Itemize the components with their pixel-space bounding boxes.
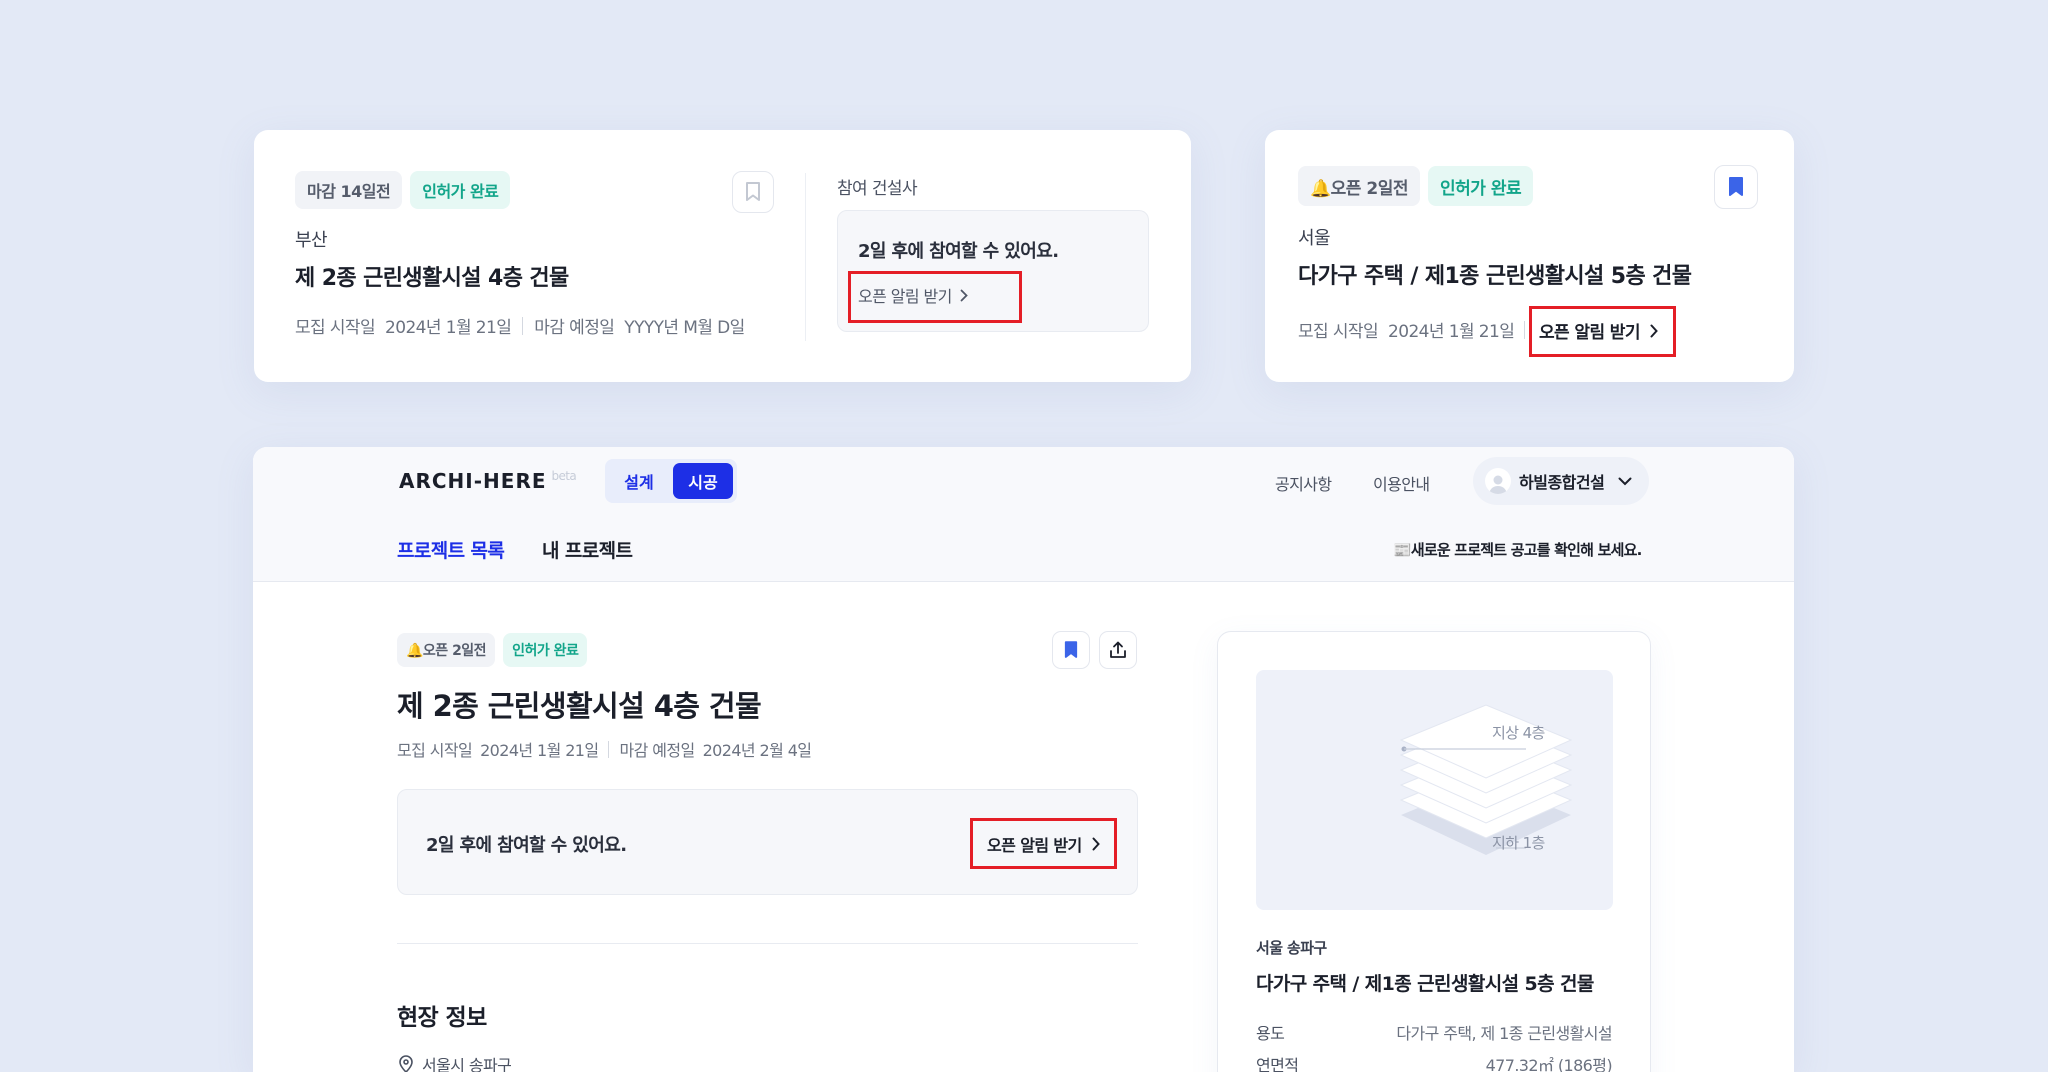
page-title: 제 2종 근린생활시설 4층 건물 <box>397 689 762 723</box>
join-message: 2일 후에 참여할 수 있어요. <box>426 835 627 856</box>
tab-my-projects[interactable]: 내 프로젝트 <box>542 536 633 563</box>
region-label: 부산 <box>295 230 328 251</box>
start-label: 모집 시작일 <box>295 318 376 338</box>
share-icon <box>1110 641 1126 658</box>
due-date: YYYY년 M월 D일 <box>624 318 745 338</box>
app-window: ARCHI-HERE beta 설계 시공 공지사항 이용안내 하빌종합건설 프… <box>253 447 1794 1072</box>
highlight-box <box>970 818 1117 869</box>
bookmark-filled-icon <box>1064 641 1078 658</box>
toggle-build[interactable]: 시공 <box>673 463 733 499</box>
tab-projects[interactable]: 프로젝트 목록 <box>397 536 505 563</box>
project-summary-panel: 지상 4층 지하 1층 서울 송파구 다가구 주택 / 제1종 근린생활시설 5… <box>1217 631 1651 1072</box>
user-name: 하빌종합건설 <box>1519 473 1605 492</box>
building-layers-icon <box>1399 704 1573 855</box>
toggle-design[interactable]: 설계 <box>609 463 669 499</box>
avatar <box>1485 468 1511 494</box>
location-text: 서울시 송파구 <box>422 1056 512 1072</box>
highlight-box <box>848 271 1022 323</box>
floor-illustration: 지상 4층 지하 1층 <box>1256 670 1613 910</box>
section-divider <box>397 943 1138 944</box>
area-value: 477.32㎡ (186평) <box>1485 1056 1613 1072</box>
start-date: 2024년 1월 21일 <box>480 741 599 760</box>
new-project-banner[interactable]: 📰새로운 프로젝트 공고를 확인해 보세요. <box>1393 539 1642 560</box>
card-divider <box>805 173 806 341</box>
logo-text: ARCHI-HERE <box>399 469 547 493</box>
user-icon <box>1489 475 1507 494</box>
location-pin-icon <box>399 1055 413 1072</box>
due-label: 마감 예정일 <box>534 318 615 338</box>
chevron-down-icon <box>1618 477 1632 485</box>
permit-badge: 인허가 완료 <box>503 633 588 667</box>
location-row: 서울시 송파구 <box>398 1052 512 1072</box>
use-label: 용도 <box>1256 1024 1285 1043</box>
floor-top-label: 지상 4층 <box>1492 724 1545 742</box>
schedule-info: 모집 시작일 2024년 1월 21일 마감 예정일 2024년 2월 4일 <box>397 737 812 761</box>
logo[interactable]: ARCHI-HERE beta <box>399 469 577 493</box>
permit-badge: 인허가 완료 <box>1427 166 1534 206</box>
mode-toggle: 설계 시공 <box>605 459 737 503</box>
project-card-seoul[interactable]: 🔔오픈 2일전 인허가 완료 서울 다가구 주택 / 제1종 근린생활시설 5층… <box>1265 130 1794 382</box>
divider <box>608 740 610 758</box>
project-title: 다가구 주택 / 제1종 근린생활시설 5층 건물 <box>1256 973 1594 995</box>
user-menu[interactable]: 하빌종합건설 <box>1473 457 1649 505</box>
app-header: ARCHI-HERE beta 설계 시공 공지사항 이용안내 하빌종합건설 프… <box>253 447 1794 582</box>
bookmark-filled-icon <box>1729 177 1743 196</box>
start-label: 모집 시작일 <box>1298 322 1379 342</box>
open-soon-badge: 🔔오픈 2일전 <box>397 633 496 667</box>
detail-chips: 🔔오픈 2일전 인허가 완료 <box>397 633 588 667</box>
use-value: 다가구 주택, 제 1종 근린생활시설 <box>1396 1024 1612 1043</box>
project-title[interactable]: 다가구 주택 / 제1종 근린생활시설 5층 건물 <box>1298 258 1692 290</box>
logo-beta: beta <box>551 469 577 483</box>
card2-chips: 🔔오픈 2일전 인허가 완료 <box>1298 166 1534 206</box>
region-label: 서울 <box>1298 228 1331 249</box>
divider <box>1524 320 1526 339</box>
deadline-badge: 마감 14일전 <box>295 171 403 209</box>
bookmark-button[interactable] <box>1714 165 1758 209</box>
area-label: 연면적 <box>1256 1056 1299 1072</box>
builders-label: 참여 건설사 <box>837 179 918 199</box>
nav-guide[interactable]: 이용안내 <box>1373 471 1430 495</box>
region-label: 서울 송파구 <box>1256 939 1327 957</box>
due-date: 2024년 2월 4일 <box>702 741 812 760</box>
due-label: 마감 예정일 <box>619 741 695 760</box>
start-label: 모집 시작일 <box>397 741 473 760</box>
schedule-info: 모집 시작일 2024년 1월 21일 <box>1298 317 1535 342</box>
project-card-busan[interactable]: 마감 14일전 인허가 완료 부산 제 2종 근린생활시설 4층 건물 모집 시… <box>254 130 1191 382</box>
highlight-box <box>1529 306 1676 357</box>
bookmark-button[interactable] <box>1052 631 1090 669</box>
start-date: 2024년 1월 21일 <box>385 318 512 338</box>
join-message: 2일 후에 참여할 수 있어요. <box>858 241 1059 262</box>
bookmark-icon <box>746 182 760 201</box>
nav-notice[interactable]: 공지사항 <box>1275 471 1332 495</box>
start-date: 2024년 1월 21일 <box>1388 322 1515 342</box>
schedule-info: 모집 시작일 2024년 1월 21일 마감 예정일 YYYY년 M월 D일 <box>295 313 745 338</box>
share-button[interactable] <box>1099 631 1137 669</box>
floor-bottom-label: 지하 1층 <box>1492 834 1545 852</box>
card1-chips: 마감 14일전 인허가 완료 <box>295 171 511 209</box>
bookmark-button[interactable] <box>732 171 774 213</box>
project-title[interactable]: 제 2종 근린생활시설 4층 건물 <box>295 260 569 292</box>
site-info-heading: 현장 정보 <box>397 1005 487 1031</box>
open-soon-badge: 🔔오픈 2일전 <box>1298 166 1420 206</box>
divider <box>522 316 524 335</box>
permit-badge: 인허가 완료 <box>410 171 511 209</box>
